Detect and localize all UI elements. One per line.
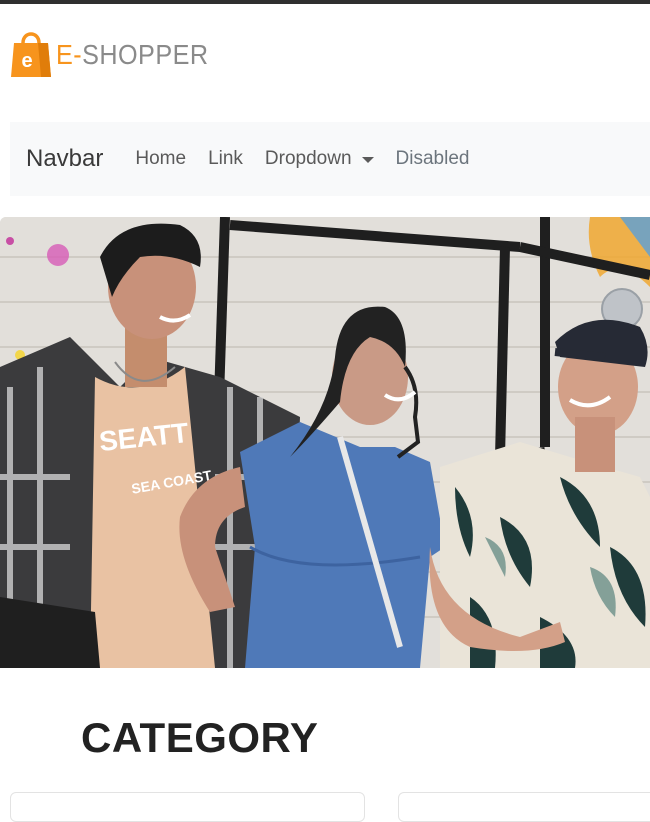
category-card[interactable] (10, 792, 365, 822)
category-heading: CATEGORY (81, 714, 319, 761)
category-card[interactable] (398, 792, 650, 822)
browser-top-strip (0, 0, 650, 4)
nav-link-disabled-label: Disabled (395, 148, 470, 169)
logo-text: E-SHOPPER (56, 41, 208, 69)
nav-link-home-label: Home (135, 148, 187, 169)
hero-banner-image[interactable]: SEATT SEA COAST (0, 217, 650, 668)
logo-text-prefix: E- (56, 39, 83, 70)
nav-link-link[interactable]: Link (208, 148, 243, 170)
nav-link-link-label: Link (208, 148, 243, 169)
logo-text-main: SHOPPER (82, 39, 209, 70)
site-logo[interactable]: e E-SHOPPER (10, 26, 225, 80)
nav-link-disabled: Disabled (396, 148, 470, 170)
nav-dropdown-label: Dropdown (264, 148, 352, 169)
shopping-bag-icon: e (11, 32, 51, 77)
navbar-brand[interactable]: Navbar (26, 145, 103, 173)
nav-dropdown-toggle[interactable]: Dropdown (265, 148, 374, 170)
navbar: Navbar Home Link Dropdown Disabled (10, 122, 650, 196)
nav-link-home[interactable]: Home (135, 148, 186, 170)
hero-illustration: SEATT SEA COAST (0, 217, 650, 668)
logo-bag-letter: e (21, 50, 32, 72)
caret-down-icon (361, 157, 374, 163)
